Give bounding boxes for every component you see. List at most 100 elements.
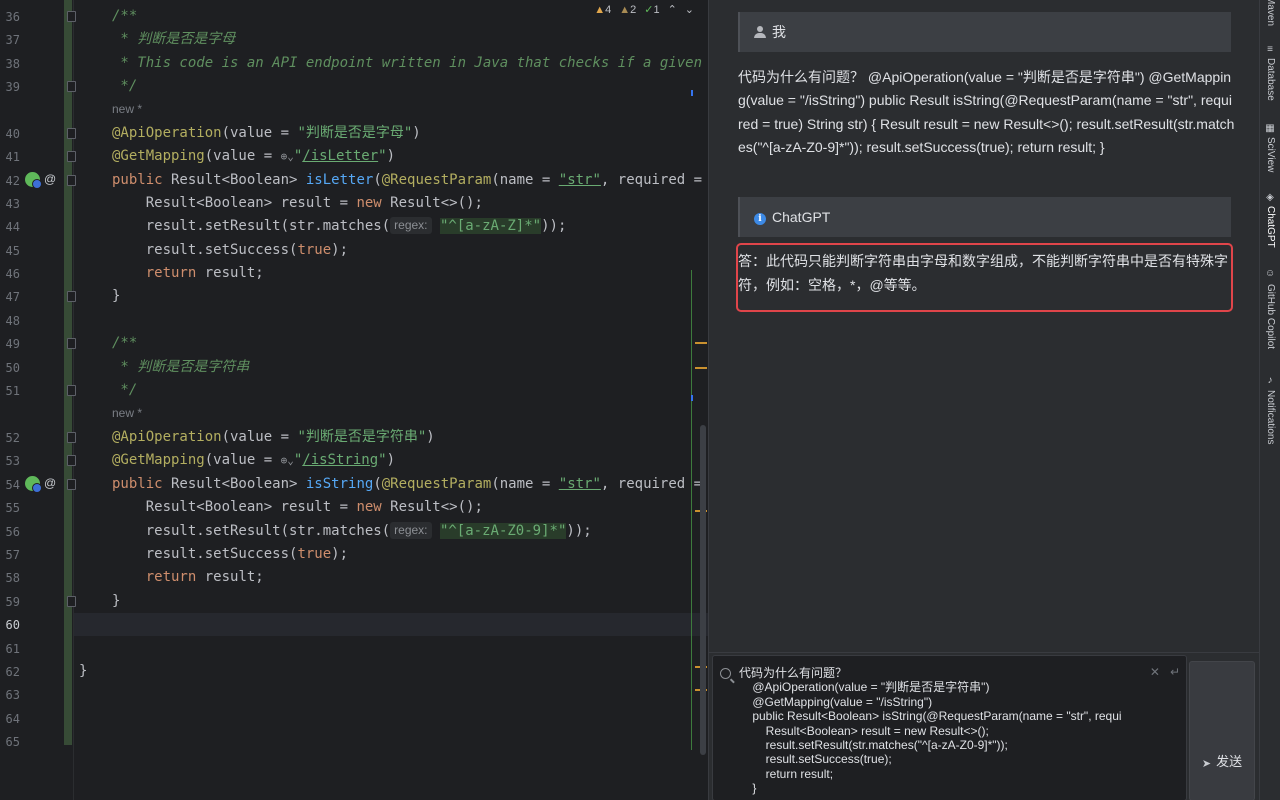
code-line[interactable]: public Result<Boolean> isLetter(@Request… [74, 169, 708, 192]
keyword: public [112, 476, 163, 492]
code-line[interactable]: */ [74, 75, 708, 98]
code-line[interactable]: result.setResult(str.matches(regex: "^[a… [74, 215, 708, 238]
line-number: 45 [5, 244, 20, 258]
code-text: ) [386, 452, 395, 468]
warning-count[interactable]: ▲4 [594, 2, 611, 18]
code-editor[interactable]: 36 37 38 39 40 41 42 43 44 45 46 47 48 4… [0, 0, 708, 800]
annotation: @RequestParam [381, 172, 492, 188]
code-line[interactable]: } [74, 660, 708, 683]
tool-tab-sciview[interactable]: SciView [1263, 137, 1277, 172]
code-line[interactable]: result.setResult(str.matches(regex: "^[a… [74, 520, 708, 543]
database-icon[interactable]: ≡ [1265, 45, 1275, 55]
line-number: 65 [5, 735, 20, 749]
code-line[interactable]: return result; [74, 262, 708, 285]
code-line[interactable]: @ApiOperation(value = "判断是否是字符串") [74, 426, 708, 449]
annotation: @ApiOperation [112, 429, 222, 445]
code-line[interactable]: result.setSuccess(true); [74, 543, 708, 566]
spring-endpoint-icon[interactable] [25, 476, 42, 493]
bell-icon[interactable]: ♪ [1265, 376, 1275, 386]
annotation: @RequestParam [381, 476, 492, 492]
globe-icon[interactable]: ⊕⌄ [281, 145, 294, 168]
code-text: Result<>(); [381, 499, 483, 515]
user-message-header: 我 [738, 12, 1231, 52]
code-text: ( [373, 476, 382, 492]
send-button[interactable]: ➤ 发送 [1189, 661, 1255, 800]
change-marker[interactable] [691, 395, 693, 401]
warning-stripe[interactable] [695, 367, 707, 369]
tool-tab-chatgpt[interactable]: ChatGPT [1263, 206, 1277, 248]
vcs-change-marker[interactable] [64, 0, 72, 745]
code-text: result.setSuccess( [112, 242, 298, 258]
line-number: 56 [5, 525, 20, 539]
annotation: @GetMapping [112, 148, 205, 164]
code-line[interactable]: @GetMapping(value = ⊕⌄"/isString") [74, 449, 708, 472]
line-number: 54 [5, 478, 20, 492]
annotation: @GetMapping [112, 452, 205, 468]
code-line[interactable]: Result<Boolean> result = new Result<>(); [74, 496, 708, 519]
current-line[interactable] [74, 613, 708, 636]
chevron-down-icon[interactable]: ⌄ [685, 2, 694, 18]
sciview-icon[interactable]: ▦ [1265, 124, 1275, 134]
code-line[interactable]: } [74, 285, 708, 308]
chevron-up-icon[interactable]: ⌃ [668, 2, 677, 18]
url-literal[interactable]: /isLetter [302, 148, 378, 164]
typo-count[interactable]: ✓1 [644, 2, 659, 18]
search-icon[interactable] [720, 668, 731, 679]
code-line[interactable]: /** [74, 332, 708, 355]
tool-tab-database[interactable]: Database [1263, 58, 1277, 101]
url-literal[interactable]: /isString [302, 452, 378, 468]
code-line[interactable]: * 判断是否是字母 [74, 28, 708, 51]
code-area[interactable]: /** * 判断是否是字母 * This code is an API endp… [74, 0, 708, 800]
code-line[interactable]: public Result<Boolean> isString(@Request… [74, 473, 708, 496]
code-line[interactable]: */ [74, 379, 708, 402]
keyword: true [297, 242, 332, 258]
line-number: 49 [5, 337, 20, 351]
code-text: } [79, 663, 88, 679]
tool-tab-maven[interactable]: Maven [1263, 0, 1277, 26]
code-vision-hint[interactable]: new * [74, 402, 708, 425]
line-number: 43 [5, 197, 20, 211]
code-text: result; [196, 265, 264, 281]
change-marker[interactable] [691, 90, 693, 96]
info-icon: i [754, 213, 766, 225]
code-line[interactable]: @ApiOperation(value = "判断是否是字母") [74, 122, 708, 145]
code-line[interactable]: * 判断是否是字符串 [74, 356, 708, 379]
code-line[interactable]: * This code is an API endpoint written i… [74, 52, 708, 75]
warning-stripe[interactable] [695, 342, 707, 344]
inspection-widget[interactable]: ▲4 ▲2 ✓1 ⌃ ⌄ [594, 2, 694, 18]
chat-input[interactable]: ✕ ↵ 代码为什么有问题？ @ApiOperation(value = "判断是… [712, 655, 1187, 800]
code-line[interactable]: } [74, 590, 708, 613]
spring-endpoint-icon[interactable] [25, 172, 42, 189]
code-text: Result<Boolean> result = [112, 195, 357, 211]
code-vision-hint[interactable]: new * [74, 98, 708, 121]
chatgpt-icon[interactable]: ◈ [1265, 193, 1275, 203]
code-text: Result<Boolean> result = [112, 499, 357, 515]
line-number: 40 [5, 127, 20, 141]
typo-count-label: 1 [653, 4, 660, 16]
tool-tab-github-copilot[interactable]: GitHub Copilot [1263, 284, 1277, 349]
line-number: 53 [5, 454, 20, 468]
indent-guide [691, 270, 692, 750]
code-text: ); [331, 242, 349, 258]
weak-warning-count[interactable]: ▲2 [619, 2, 636, 18]
code-line[interactable]: return result; [74, 566, 708, 589]
line-number: 51 [5, 384, 20, 398]
tool-tab-notifications[interactable]: Notifications [1263, 390, 1277, 444]
copilot-icon[interactable]: ☺ [1265, 269, 1275, 279]
parameter-hint: regex: [390, 522, 432, 539]
code-text: result.setResult(str.matches( [112, 523, 391, 539]
code-line[interactable]: result.setSuccess(true); [74, 239, 708, 262]
chat-input-text[interactable]: 代码为什么有问题？ @ApiOperation(value = "判断是否是字符… [739, 666, 1179, 796]
line-number: 59 [5, 595, 20, 609]
code-text: } [112, 288, 121, 304]
at-annotation-icon[interactable]: @ [44, 172, 56, 186]
globe-icon[interactable]: ⊕⌄ [281, 449, 294, 472]
string-literal: "str" [558, 476, 601, 492]
at-annotation-icon[interactable]: @ [44, 476, 56, 490]
code-line[interactable]: @GetMapping(value = ⊕⌄"/isLetter") [74, 145, 708, 168]
code-text: , required = tru [600, 172, 703, 188]
code-line[interactable]: Result<Boolean> result = new Result<>(); [74, 192, 708, 215]
code-text: (value = [221, 125, 298, 141]
editor-scrollbar[interactable] [700, 425, 706, 755]
